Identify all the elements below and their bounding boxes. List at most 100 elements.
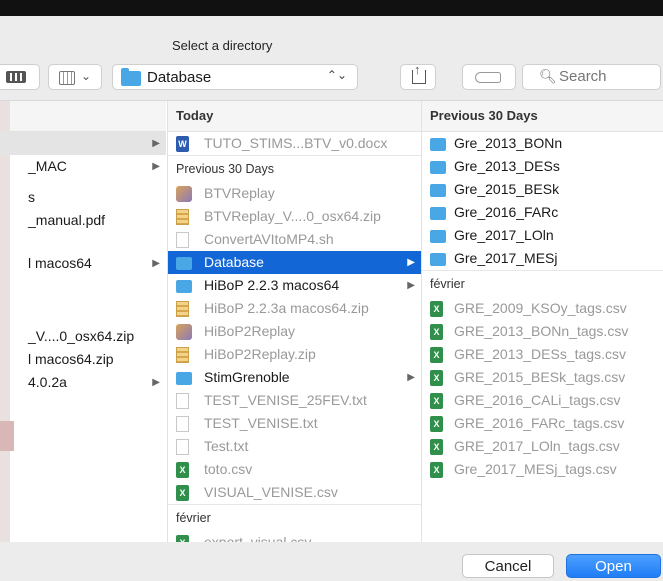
item-label: TEST_VENISE_25FEV.txt [204, 392, 367, 408]
column-database: Previous 30 Days Gre_2013_BONn Gre_2013_D… [421, 101, 663, 543]
sidebar-item[interactable]: _V....0_osx64.zip [0, 325, 166, 348]
item-label: Gre_2013_BONn [454, 135, 563, 151]
file-item[interactable]: ConvertAVItoMP4.sh [168, 228, 421, 251]
item-label: HiBoP2Replay [204, 323, 296, 339]
folder-item[interactable]: Gre_2016_FARc [422, 201, 663, 224]
file-item[interactable]: X GRE_2016_CALi_tags.csv [422, 389, 663, 412]
item-label: StimGrenoble [204, 369, 290, 385]
previous-list: BTVReplay BTVReplay_V....0_osx64.zip Conve… [168, 182, 421, 504]
file-item[interactable]: X GRE_2013_BONn_tags.csv [422, 320, 663, 343]
file-item[interactable]: TEST_VENISE.txt [168, 412, 421, 435]
arrange-menu-button[interactable]: ⌄ [48, 64, 102, 90]
folder-item[interactable]: Gre_2015_BESk [422, 178, 663, 201]
xls-icon: X [430, 462, 446, 478]
path-popup[interactable]: Database ⌃⌄ [112, 64, 358, 90]
window-top-bar [0, 0, 663, 16]
file-item[interactable]: X GRE_2015_BESk_tags.csv [422, 366, 663, 389]
sidebar-item[interactable]: l macos64 ▶ [0, 252, 166, 275]
open-button[interactable]: Open [566, 554, 661, 578]
title-bar: Select a directory [0, 16, 663, 64]
file-item[interactable]: BTVReplay [168, 182, 421, 205]
folder-icon [430, 205, 446, 221]
file-item[interactable]: HiBoP2Replay.zip [168, 343, 421, 366]
file-item[interactable]: X Gre_2017_MESj_tags.csv [422, 458, 663, 481]
search-input[interactable] [557, 67, 661, 86]
item-label: GRE_2016_FARc_tags.csv [454, 415, 625, 431]
folder-item[interactable]: Gre_2017_LOln [422, 224, 663, 247]
folder-icon [430, 251, 446, 267]
folder-icon [430, 228, 446, 244]
file-item[interactable]: Test.txt [168, 435, 421, 458]
xls-icon: X [430, 347, 446, 363]
file-item[interactable]: Xtoto.csv [168, 458, 421, 481]
file-item[interactable]: BTVReplay_V....0_osx64.zip [168, 205, 421, 228]
column-today: Today W TUTO_STIMS...BTV_v0.docx Previous… [167, 101, 421, 543]
file-item[interactable]: TEST_VENISE_25FEV.txt [168, 389, 421, 412]
app-icon [176, 324, 192, 340]
item-label: toto.csv [204, 461, 253, 477]
item-label: Gre_2013_DESs [454, 158, 560, 174]
chevron-down-icon: ⌄ [81, 69, 92, 83]
disclosure-arrow-icon: ▶ [407, 257, 415, 268]
item-label: HiBoP 2.2.3 macos64 [204, 277, 340, 293]
folder-icon [121, 68, 141, 86]
folder-icon [176, 370, 192, 386]
item-label: TEST_VENISE.txt [204, 415, 318, 431]
file-item[interactable]: W TUTO_STIMS...BTV_v0.docx [168, 132, 421, 155]
item-label: l macos64.zip [28, 351, 114, 367]
file-item[interactable]: HiBoP2Replay [168, 320, 421, 343]
xls-icon: X [430, 393, 446, 409]
disclosure-arrow-icon: ▶ [152, 138, 160, 149]
sidebar-item[interactable]: 4.0.2a ▶ [0, 371, 166, 394]
folder-item[interactable]: Gre_2013_BONn [422, 132, 663, 155]
file-item[interactable]: X VISUAL_VENISE.csv [168, 481, 421, 504]
file-item[interactable]: HiBoP 2.2.3a macos64.zip [168, 297, 421, 320]
file-item[interactable]: X GRE_2016_FARc_tags.csv [422, 412, 663, 435]
sidebar-item[interactable]: _MAC ▶ [0, 155, 166, 178]
item-label: Gre_2017_MESj [454, 250, 558, 266]
xls-icon: X [430, 370, 446, 386]
tags-button[interactable] [462, 64, 516, 90]
folder-item[interactable]: Gre_2013_DESs [422, 155, 663, 178]
item-label: BTVReplay [204, 185, 275, 201]
item-label: Database [204, 254, 264, 270]
folder-item[interactable]: HiBoP 2.2.3 macos64 ▶ [168, 274, 421, 297]
item-label: GRE_2016_CALi_tags.csv [454, 392, 621, 408]
item-label: GRE_2013_BONn_tags.csv [454, 323, 629, 339]
cancel-button[interactable]: Cancel [462, 554, 554, 578]
disclosure-arrow-icon: ▶ [152, 377, 160, 388]
doc-icon [176, 416, 192, 432]
item-label: BTVReplay_V....0_osx64.zip [204, 208, 381, 224]
folder-item[interactable]: Gre_2017_MESj [422, 247, 663, 270]
item-label: GRE_2015_BESk_tags.csv [454, 369, 626, 385]
column-header-previous: Previous 30 Days [422, 101, 663, 132]
toolbar: ⌄ Database ⌃⌄ 🔍︎ [0, 60, 663, 96]
zip-icon [176, 209, 192, 225]
column-header-today: Today [168, 101, 421, 132]
item-label: VISUAL_VENISE.csv [204, 484, 338, 500]
search-field[interactable]: 🔍︎ [522, 64, 661, 90]
column-view-button[interactable] [0, 64, 40, 90]
file-item[interactable]: X GRE_2017_LOln_tags.csv [422, 435, 663, 458]
sidebar-item[interactable]: l macos64.zip [0, 348, 166, 371]
xls-icon: X [430, 439, 446, 455]
columns-icon [6, 71, 26, 83]
sidebar-item[interactable]: _manual.pdf [0, 209, 166, 232]
xls-icon: X [430, 324, 446, 340]
disclosure-arrow-icon: ▶ [407, 280, 415, 291]
folder-item[interactable]: Database ▶ [168, 251, 421, 274]
item-label: l macos64 [28, 255, 92, 271]
doc-icon [176, 439, 192, 455]
file-item[interactable]: X GRE_2009_KSOy_tags.csv [422, 297, 663, 320]
file-item[interactable]: X GRE_2013_DESs_tags.csv [422, 343, 663, 366]
share-button[interactable] [400, 62, 436, 90]
disclosure-arrow-icon: ▶ [407, 372, 415, 383]
sidebar-item[interactable]: ▶ [0, 132, 166, 155]
item-label: _V....0_osx64.zip [28, 328, 135, 344]
item-label: 4.0.2a [28, 374, 67, 390]
sidebar-column: ▶ _MAC ▶ s _manual.pdf l macos64 ▶ _V....0_osx6… [0, 101, 166, 543]
sidebar-item[interactable]: s [0, 186, 166, 209]
folder-item[interactable]: StimGrenoble ▶ [168, 366, 421, 389]
item-label: Gre_2015_BESk [454, 181, 560, 197]
updown-arrows-icon: ⌃⌄ [326, 68, 347, 82]
